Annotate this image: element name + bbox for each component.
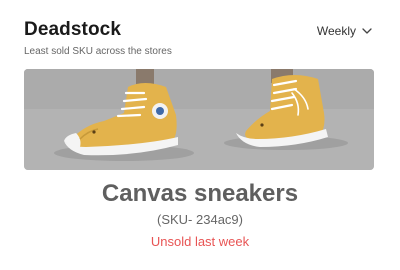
period-selected-label: Weekly [316,24,356,38]
period-dropdown[interactable]: Weekly [317,24,372,38]
deadstock-card: Deadstock Least sold SKU across the stor… [0,0,400,270]
product-image [24,69,374,170]
card-title: Deadstock [24,19,121,40]
product-status: Unsold last week [150,234,250,249]
product-name: Canvas sneakers [101,180,299,207]
chevron-down-icon [362,27,372,35]
product-sku: (SKU- 234ac9) [157,212,243,227]
card-subtitle: Least sold SKU across the stores [24,46,172,57]
